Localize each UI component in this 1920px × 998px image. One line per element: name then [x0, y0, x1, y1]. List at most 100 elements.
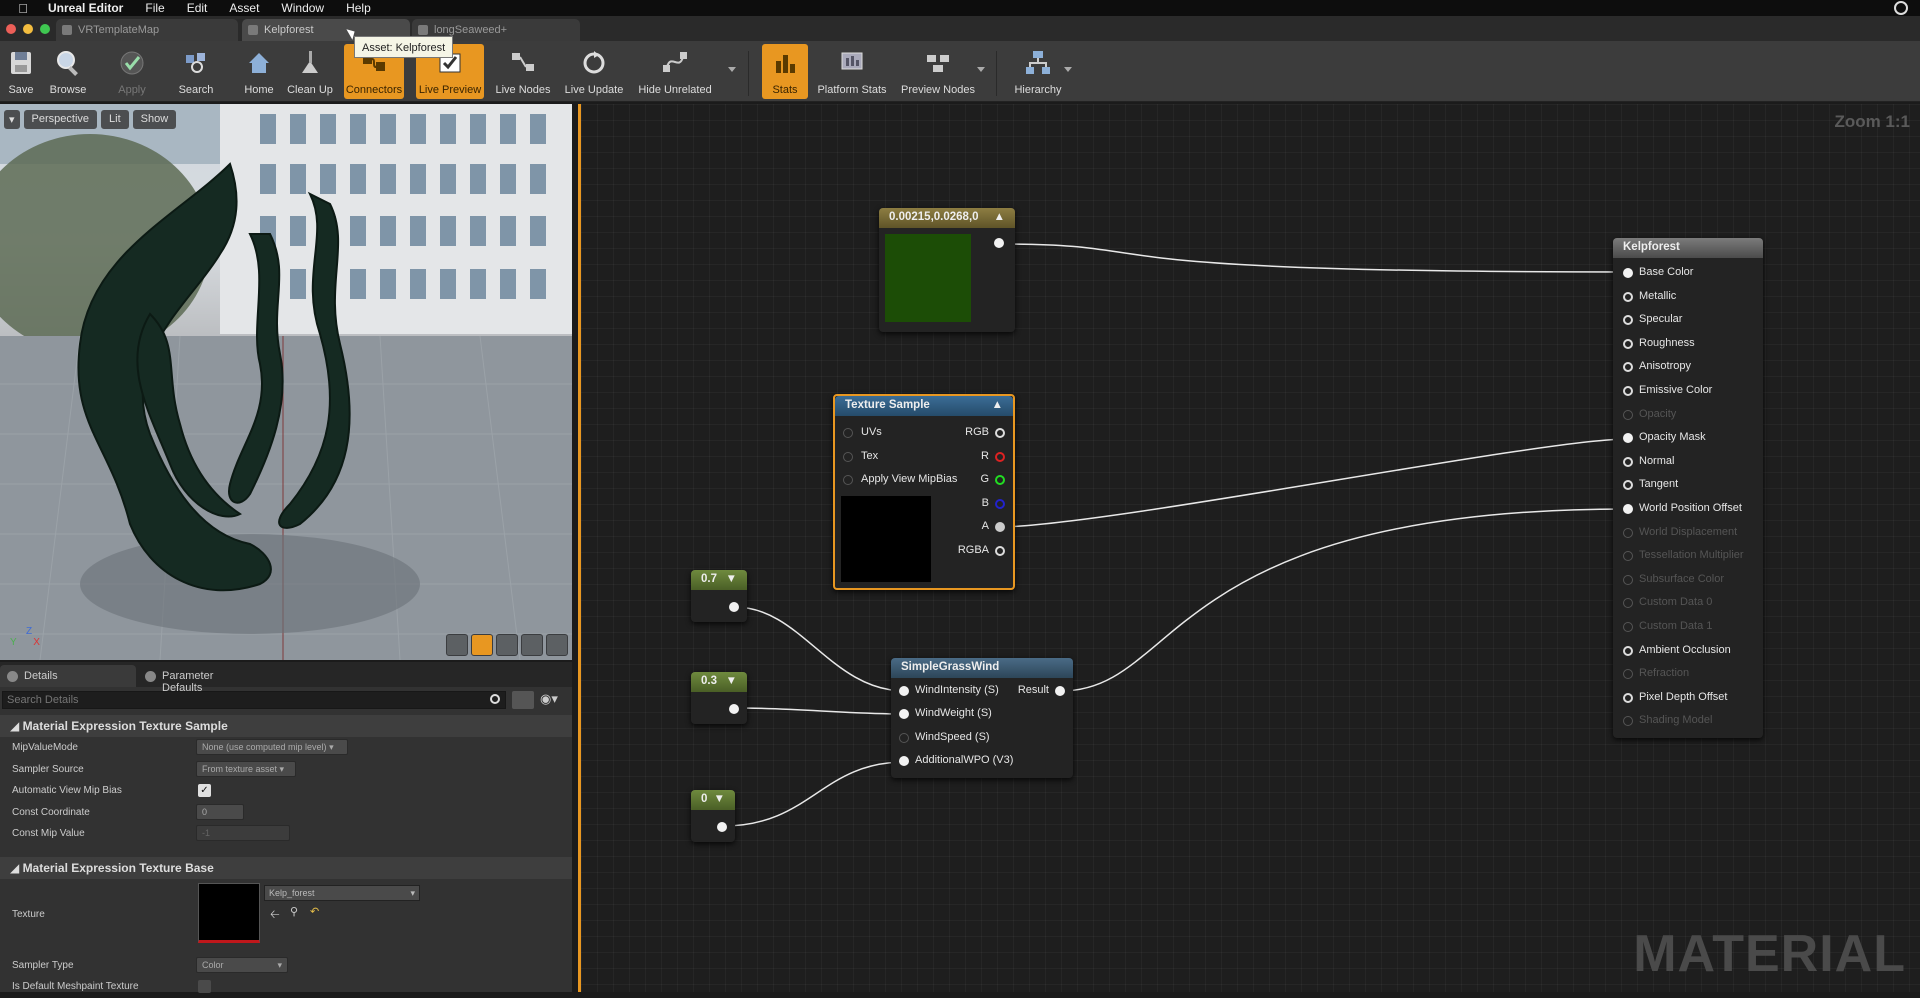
mip-value-mode-dropdown[interactable]: None (use computed mip level) ▾ [196, 739, 348, 755]
constant-vector-node[interactable]: 0.00215,0.0268,0 ▲ [879, 208, 1015, 332]
default-meshpaint-checkbox[interactable] [198, 980, 211, 993]
search-button[interactable]: Search [176, 44, 216, 99]
live-nodes-button[interactable]: Live Nodes [494, 44, 552, 99]
result-input-pin[interactable] [1623, 527, 1633, 538]
hierarchy-dropdown-icon[interactable] [1064, 67, 1072, 72]
wind-speed-pin[interactable] [899, 733, 909, 743]
preview-viewport[interactable]: ▾ Perspective Lit Show Z Y X [0, 104, 572, 660]
lit-button[interactable]: Lit [101, 110, 129, 129]
result-input-pin[interactable] [1623, 456, 1633, 467]
auto-view-mip-bias-checkbox[interactable]: ✓ [198, 784, 211, 797]
const-coordinate-spinbox[interactable]: 0 [196, 803, 244, 820]
result-input-pin[interactable] [1623, 433, 1633, 444]
stats-button[interactable]: Stats [762, 44, 808, 99]
result-input-pin[interactable] [1623, 716, 1633, 727]
tex-input-pin[interactable] [843, 452, 853, 462]
result-output-pin[interactable] [1055, 686, 1065, 696]
menu-help[interactable]: Help [346, 1, 371, 15]
result-input-pin[interactable] [1623, 622, 1633, 632]
result-input-pin[interactable] [1623, 338, 1633, 349]
result-input-pin[interactable] [1623, 386, 1633, 396]
const-mip-value-spinbox[interactable]: -1 [196, 825, 290, 841]
simple-grass-wind-node[interactable]: SimpleGrassWind WindIntensity (S) WindWe… [891, 658, 1073, 778]
collapse-arrow-icon[interactable]: ▲ [992, 399, 1003, 411]
output-pin[interactable] [729, 704, 739, 714]
result-input-pin[interactable] [1623, 645, 1633, 656]
output-pin[interactable] [994, 238, 1004, 248]
section-texture-base[interactable]: ◢ Material Expression Texture Base [0, 856, 572, 879]
collapse-arrow-icon[interactable]: ▲ [994, 211, 1005, 223]
apple-icon[interactable]:  [14, 1, 32, 16]
wind-intensity-pin[interactable] [899, 686, 909, 696]
eye-icon[interactable]: ◉▾ [540, 691, 568, 709]
menu-app-name[interactable]: Unreal Editor [48, 1, 123, 15]
platform-stats-button[interactable]: Platform Stats [814, 44, 890, 99]
texture-sample-node[interactable]: Texture Sample ▲ UVs Tex Apply View MipB… [833, 394, 1015, 590]
texture-asset-picker[interactable]: Kelp_forest ▾ [264, 884, 420, 901]
rgb-output-pin[interactable] [995, 428, 1005, 438]
custom-mesh-icon[interactable] [546, 634, 568, 656]
sphere-mesh-icon[interactable] [471, 634, 493, 656]
menu-asset[interactable]: Asset [229, 1, 259, 15]
texture-thumbnail[interactable] [198, 882, 260, 943]
maximize-window-icon[interactable] [40, 24, 50, 34]
result-input-pin[interactable] [1623, 669, 1633, 680]
result-input-pin[interactable] [1623, 574, 1633, 585]
collapse-arrow-icon[interactable]: ▼ [726, 675, 737, 687]
output-pin[interactable] [729, 602, 739, 612]
hierarchy-button[interactable]: Hierarchy [1010, 44, 1066, 99]
browse-button[interactable]: Browse [46, 44, 90, 99]
menu-edit[interactable]: Edit [187, 1, 208, 15]
scalar-node-0.7[interactable]: 0.7 ▼ [691, 570, 747, 622]
sampler-type-dropdown[interactable]: Color ▾ [196, 956, 288, 973]
collapse-arrow-icon[interactable]: ▼ [714, 793, 725, 805]
cylinder-mesh-icon[interactable] [446, 634, 468, 656]
preview-nodes-button[interactable]: Preview Nodes [898, 44, 978, 99]
result-input-pin[interactable] [1623, 362, 1633, 373]
cube-mesh-icon[interactable] [521, 634, 543, 656]
result-input-pin[interactable] [1623, 504, 1633, 514]
status-globe-icon[interactable] [1894, 1, 1908, 15]
uvs-input-pin[interactable] [843, 428, 853, 438]
tab-vrtemplatemap[interactable]: VRTemplateMap [56, 19, 238, 41]
section-texture-sample[interactable]: ◢ Material Expression Texture Sample [0, 715, 572, 737]
wind-weight-pin[interactable] [899, 709, 909, 719]
material-graph-canvas[interactable]: Zoom 1:1 MATERIAL 0.00215,0.0268,0 ▲ Tex… [578, 104, 1920, 992]
clean-up-button[interactable]: Clean Up [286, 44, 334, 99]
close-window-icon[interactable] [6, 24, 16, 34]
view-options-icon[interactable] [512, 691, 534, 709]
result-input-pin[interactable] [1623, 268, 1633, 278]
menu-file[interactable]: File [145, 1, 164, 15]
b-output-pin[interactable] [995, 499, 1005, 509]
a-output-pin[interactable] [995, 522, 1005, 532]
additional-wpo-pin[interactable] [899, 756, 909, 766]
rgba-output-pin[interactable] [995, 546, 1005, 556]
sampler-source-dropdown[interactable]: From texture asset ▾ [196, 760, 296, 777]
material-result-node[interactable]: Kelpforest Base Color Metallic Specular Rou… [1613, 238, 1763, 738]
r-output-pin[interactable] [995, 452, 1005, 462]
home-button[interactable]: Home [242, 44, 276, 99]
output-pin[interactable] [717, 822, 727, 832]
mipbias-input-pin[interactable] [843, 475, 853, 485]
reset-to-default-icon[interactable]: ↶ [310, 905, 319, 918]
browse-asset-icon[interactable]: ⚲ [290, 905, 298, 918]
result-input-pin[interactable] [1623, 692, 1633, 703]
g-output-pin[interactable] [995, 475, 1005, 485]
apply-button[interactable]: Apply [114, 44, 150, 99]
tab-parameter-defaults[interactable]: Parameter Defaults [138, 665, 262, 694]
result-input-pin[interactable] [1623, 480, 1633, 491]
collapse-arrow-icon[interactable]: ▼ [726, 573, 737, 585]
hide-unrelated-button[interactable]: Hide Unrelated [636, 44, 714, 99]
plane-mesh-icon[interactable] [496, 634, 518, 656]
hide-unrelated-dropdown-icon[interactable] [728, 67, 736, 72]
minimize-window-icon[interactable] [23, 24, 33, 34]
result-input-pin[interactable] [1623, 409, 1633, 420]
result-input-pin[interactable] [1623, 291, 1633, 302]
result-input-pin[interactable] [1623, 551, 1633, 562]
search-details-input[interactable] [2, 691, 506, 709]
result-input-pin[interactable] [1623, 598, 1633, 609]
tab-details[interactable]: Details [0, 665, 136, 687]
scalar-node-0.3[interactable]: 0.3 ▼ [691, 672, 747, 724]
use-selected-asset-icon[interactable]: 🡠 [270, 905, 280, 926]
save-button[interactable]: Save [4, 44, 38, 99]
